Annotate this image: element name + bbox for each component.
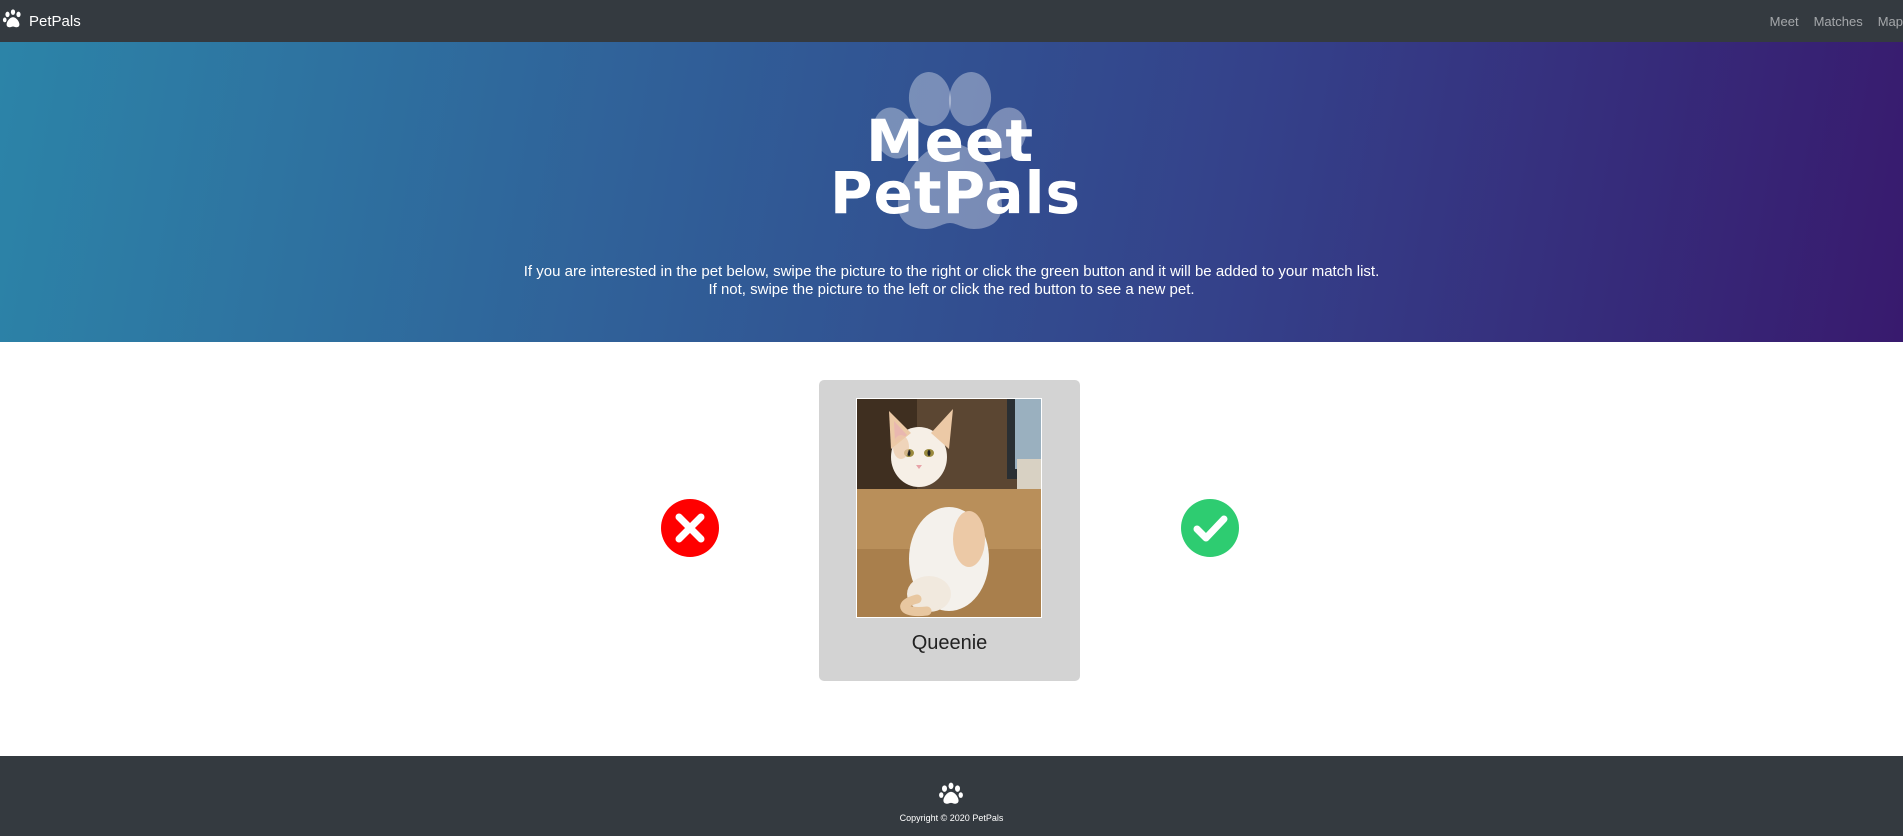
footer: Copyright © 2020 PetPals [0, 756, 1903, 836]
navbar: PetPals Meet Matches Map [0, 0, 1903, 42]
nav-link-map[interactable]: Map [1878, 14, 1903, 29]
instructions: If you are interested in the pet below, … [0, 263, 1903, 299]
instructions-line1: If you are interested in the pet below, … [523, 263, 1380, 280]
accept-button[interactable] [1181, 499, 1239, 557]
copyright-text: Copyright © 2020 PetPals [899, 813, 1004, 823]
instructions-line2: If not, swipe the picture to the left or… [708, 281, 1195, 298]
check-circle-icon [1181, 499, 1239, 557]
pet-card[interactable]: Queenie [819, 380, 1080, 681]
footer-paw-icon [937, 781, 965, 811]
x-circle-icon [661, 499, 719, 557]
hero-banner: Meet PetPals If you are interested in th… [0, 42, 1903, 342]
brand-name: PetPals [29, 12, 81, 30]
hero-title-line2: PetPals [830, 159, 1082, 227]
hero-logo: Meet PetPals [830, 71, 1082, 241]
pet-name: Queenie [911, 632, 988, 654]
hero-title: Meet PetPals [830, 112, 1082, 227]
brand-link[interactable]: PetPals [2, 8, 81, 34]
nav-link-meet[interactable]: Meet [1770, 14, 1799, 29]
pet-photo [856, 398, 1042, 618]
nav-links: Meet Matches Map [1770, 14, 1903, 29]
paw-icon [2, 8, 24, 34]
reject-button[interactable] [661, 499, 719, 557]
nav-link-matches[interactable]: Matches [1814, 14, 1863, 29]
